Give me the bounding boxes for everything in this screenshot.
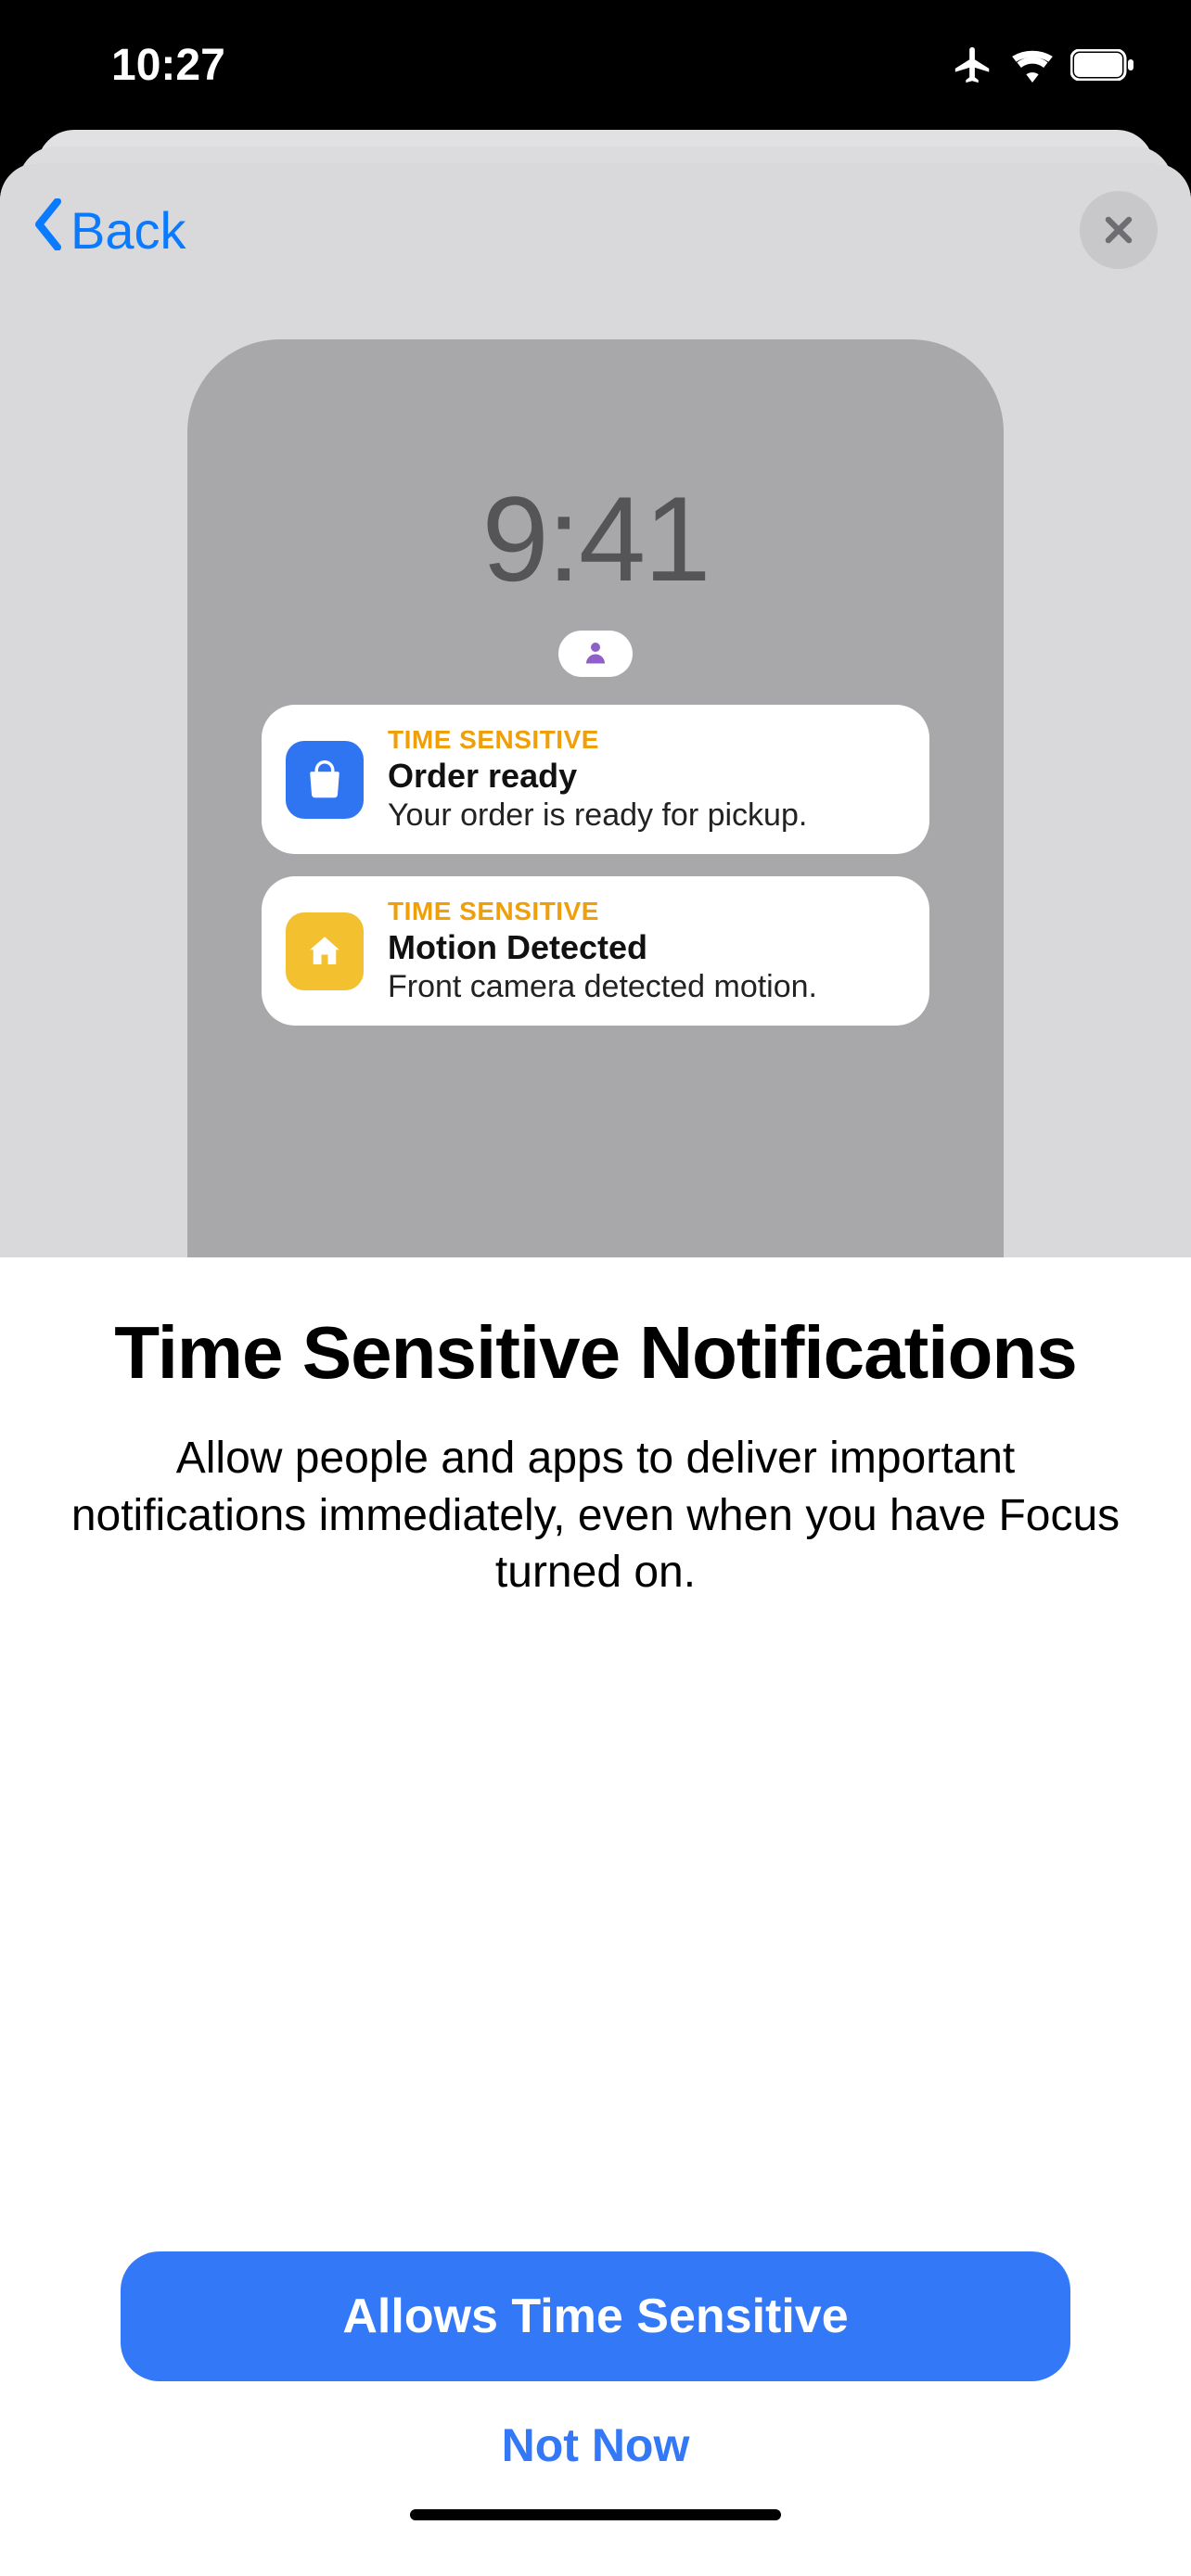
chevron-left-icon (30, 198, 67, 262)
notification-body: Front camera detected motion. (388, 969, 905, 1005)
person-icon (582, 638, 609, 670)
status-bar: 10:27 (0, 0, 1191, 130)
home-icon (286, 912, 364, 990)
close-button[interactable] (1080, 191, 1158, 269)
back-button[interactable]: Back (30, 198, 186, 262)
page-description: Allow people and apps to deliver importa… (65, 1430, 1126, 1600)
wifi-icon (1011, 47, 1054, 83)
notification-body: Your order is ready for pickup. (388, 797, 905, 834)
example-notification: TIME SENSITIVE Order ready Your order is… (262, 705, 929, 854)
allow-time-sensitive-button[interactable]: Allows Time Sensitive (121, 2251, 1070, 2381)
sheet-content-area: Time Sensitive Notifications Allow peopl… (0, 1257, 1191, 2576)
sheet-illustration-area: Back 9:41 TIME SENSITI (0, 163, 1191, 1257)
example-notification: TIME SENSITIVE Motion Detected Front cam… (262, 876, 929, 1026)
bag-icon (286, 741, 364, 819)
phone-mock: 9:41 TIME SENSITIVE Order ready Your ord… (187, 339, 1004, 1257)
close-icon (1101, 212, 1136, 248)
home-indicator[interactable] (410, 2509, 781, 2520)
status-time: 10:27 (111, 40, 225, 91)
primary-button-label: Allows Time Sensitive (342, 2289, 848, 2344)
modal-sheet: Back 9:41 TIME SENSITI (0, 163, 1191, 2576)
airplane-mode-icon (952, 44, 994, 86)
notification-title: Order ready (388, 757, 905, 796)
phone-mock-time: 9:41 (481, 469, 709, 608)
back-label: Back (70, 200, 186, 261)
focus-avatar-pill (558, 631, 633, 677)
notification-title: Motion Detected (388, 928, 905, 967)
notification-tag: TIME SENSITIVE (388, 725, 905, 755)
card-stack (0, 130, 1191, 167)
secondary-button-label: Not Now (502, 2419, 690, 2471)
not-now-button[interactable]: Not Now (502, 2418, 690, 2472)
battery-icon (1070, 49, 1135, 81)
page-title: Time Sensitive Notifications (114, 1313, 1076, 1393)
status-icons (952, 44, 1135, 86)
notification-tag: TIME SENSITIVE (388, 897, 905, 926)
